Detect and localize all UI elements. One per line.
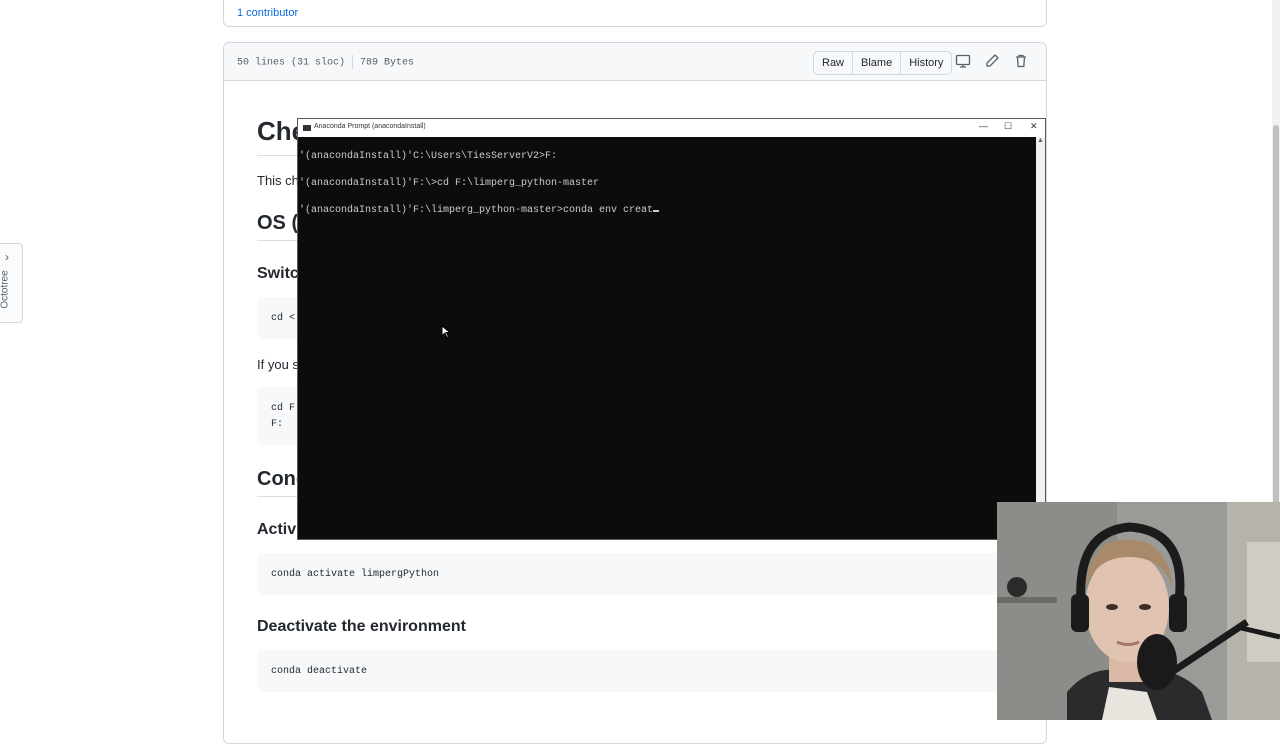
raw-button[interactable]: Raw [814,52,854,74]
minimize-button[interactable]: — [979,121,988,131]
terminal-line: '(anacondaInstall)'C:\Users\TiesServerV2… [299,151,558,162]
desktop-icon[interactable] [955,53,971,69]
blame-button[interactable]: Blame [853,52,902,74]
code-line: F: [271,419,284,430]
terminal-title: Anaconda Prompt (anacondaInstall) [314,123,426,130]
contributors-link[interactable]: 1 contributor [237,7,298,19]
webcam-person-image [997,502,1280,720]
terminal-icon [303,125,311,131]
deactivate-heading: Deactivate the environment [257,618,466,635]
maximize-button[interactable]: ☐ [1004,121,1012,132]
file-header: 50 lines (31 sloc) 789 Bytes Raw Blame Hi… [224,43,1046,81]
terminal-line: '(anacondaInstall)'F:\>cd F:\limperg_pyt… [299,178,600,189]
mouse-pointer-icon [441,325,451,339]
activate-heading: Activ [257,521,297,538]
pencil-icon[interactable] [984,53,1000,69]
terminal-titlebar[interactable]: Anaconda Prompt (anacondaInstall) — ☐ ✕ [298,119,1045,137]
octotree-label: Octotree [0,270,11,309]
os-heading: OS ( [257,212,299,234]
code-line: cd < [271,313,296,324]
anaconda-prompt-window[interactable]: Anaconda Prompt (anacondaInstall) — ☐ ✕ … [297,118,1046,540]
scroll-up-icon[interactable]: ▲ [1037,137,1044,144]
code-line: cd F [271,403,296,414]
readme-intro: This ch [257,173,299,188]
trash-icon[interactable] [1013,53,1029,69]
chevron-right-icon: › [5,250,9,264]
activate-code: conda activate limpergPython [271,569,440,580]
file-size: 789 Bytes [360,57,415,69]
code-block-deactivate: conda deactivate [257,650,1027,692]
switch-heading: Switc [257,265,299,282]
close-button[interactable]: ✕ [1030,121,1038,132]
deactivate-code: conda deactivate [271,666,368,677]
terminal-input-line[interactable]: '(anacondaInstall)'F:\limperg_python-mas… [299,205,660,216]
terminal-scrollbar[interactable]: ▲ [1036,137,1045,539]
webcam-overlay [997,502,1280,720]
text-cursor [653,210,660,212]
divider [352,55,354,69]
if-paragraph: If you s [257,357,299,372]
file-info: 50 lines (31 sloc) 789 Bytes [237,55,414,69]
code-block-activate: conda activate limpergPython [257,553,1027,595]
file-actions: Raw Blame History [813,51,953,75]
history-button[interactable]: History [901,52,951,74]
octotree-toggle[interactable]: › Octotree [0,243,23,323]
contributors-box: 1 contributor [223,0,1047,27]
file-lines: 50 lines (31 sloc) [237,57,346,69]
terminal-current-command: '(anacondaInstall)'F:\limperg_python-mas… [299,205,654,216]
